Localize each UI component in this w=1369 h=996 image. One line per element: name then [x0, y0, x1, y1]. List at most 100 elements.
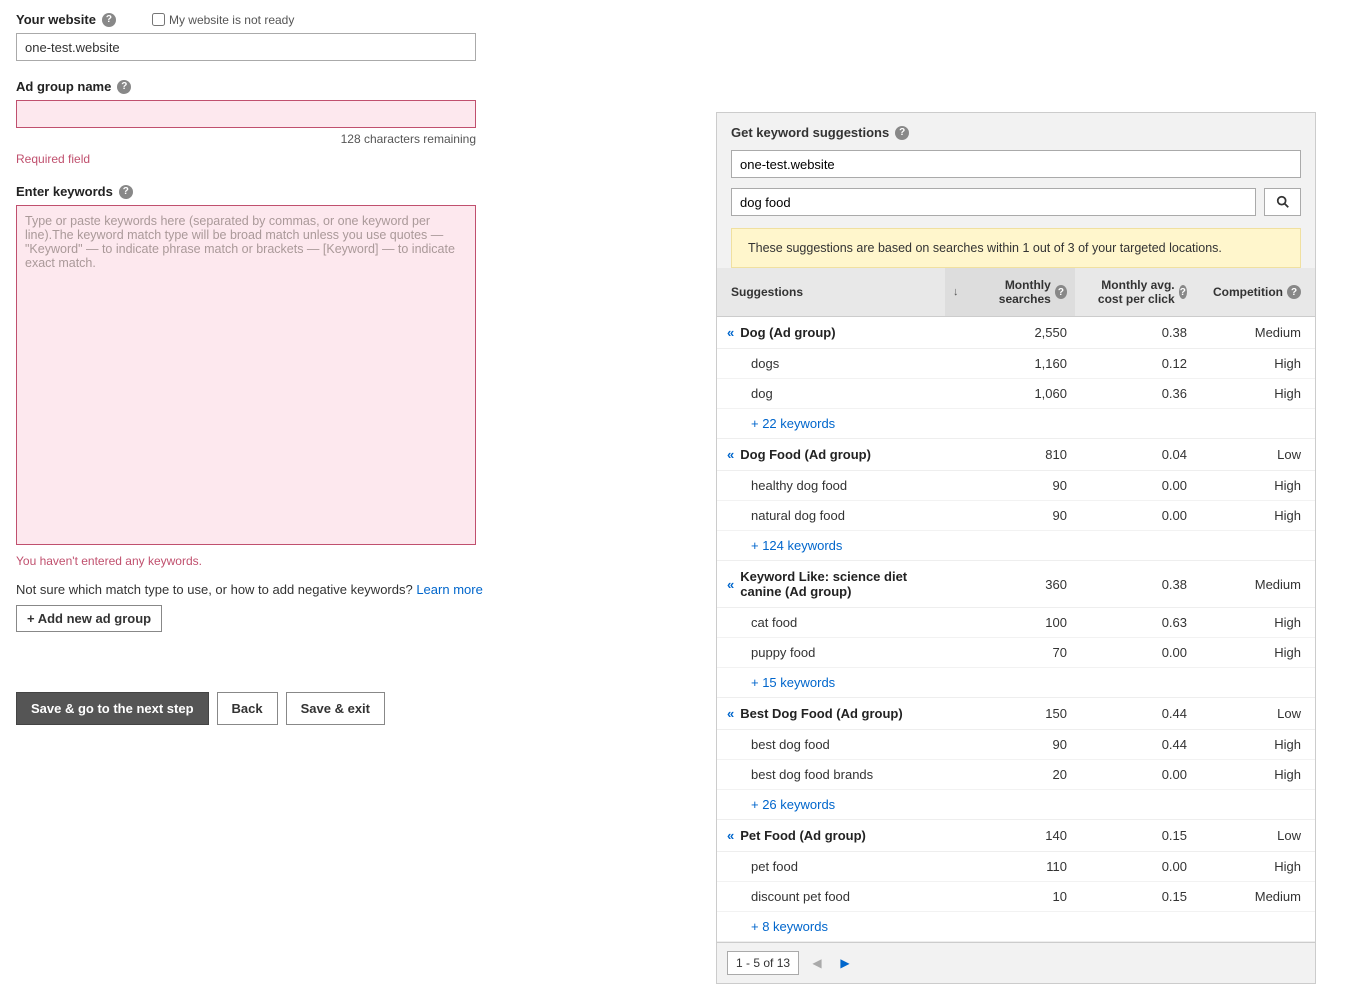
- col-competition[interactable]: Competition ?: [1195, 268, 1315, 316]
- suggestion-site-input[interactable]: [731, 150, 1301, 178]
- keyword-row[interactable]: best dog food brands200.00High: [717, 760, 1315, 790]
- keyword-competition: High: [1195, 349, 1315, 378]
- keyword-name: puppy food: [717, 638, 945, 667]
- suggestions-panel: Get keyword suggestions ? These suggesti…: [716, 112, 1316, 984]
- keyword-competition: High: [1195, 608, 1315, 637]
- col-suggestions[interactable]: Suggestions: [717, 268, 945, 316]
- help-icon[interactable]: ?: [119, 185, 133, 199]
- suggestion-group-row[interactable]: «Pet Food (Ad group)1400.15Low: [717, 820, 1315, 852]
- more-keywords-link[interactable]: + 15 keywords: [751, 675, 835, 690]
- keyword-searches: 90: [945, 471, 1075, 500]
- keyword-cpc: 0.15: [1075, 882, 1195, 911]
- keyword-name: discount pet food: [717, 882, 945, 911]
- group-searches: 360: [945, 569, 1075, 600]
- back-button[interactable]: Back: [217, 692, 278, 725]
- add-all-icon[interactable]: «: [727, 706, 734, 721]
- keyword-name: cat food: [717, 608, 945, 637]
- help-icon[interactable]: ?: [1287, 285, 1301, 299]
- suggestion-group-row[interactable]: «Best Dog Food (Ad group)1500.44Low: [717, 698, 1315, 730]
- group-name: Keyword Like: science diet canine (Ad gr…: [740, 569, 937, 599]
- save-exit-button[interactable]: Save & exit: [286, 692, 385, 725]
- website-not-ready-wrap[interactable]: My website is not ready: [152, 13, 294, 27]
- keyword-competition: High: [1195, 379, 1315, 408]
- help-icon[interactable]: ?: [117, 80, 131, 94]
- search-button[interactable]: [1264, 188, 1301, 216]
- group-searches: 2,550: [945, 317, 1075, 348]
- group-searches: 140: [945, 820, 1075, 851]
- save-next-button[interactable]: Save & go to the next step: [16, 692, 209, 725]
- keywords-textarea[interactable]: [16, 205, 476, 545]
- pagination-next[interactable]: ▶: [835, 953, 855, 973]
- keyword-cpc: 0.00: [1075, 852, 1195, 881]
- keyword-row[interactable]: cat food1000.63High: [717, 608, 1315, 638]
- keyword-name: dog: [717, 379, 945, 408]
- group-cpc: 0.38: [1075, 569, 1195, 600]
- col-monthly-searches[interactable]: ↓ Monthly searches ?: [945, 268, 1075, 316]
- add-all-icon[interactable]: «: [727, 577, 734, 592]
- keyword-competition: High: [1195, 501, 1315, 530]
- website-input[interactable]: [16, 33, 476, 61]
- keyword-cpc: 0.63: [1075, 608, 1195, 637]
- keyword-competition: High: [1195, 730, 1315, 759]
- group-cpc: 0.04: [1075, 439, 1195, 470]
- more-keywords-link[interactable]: + 8 keywords: [751, 919, 828, 934]
- keyword-searches: 10: [945, 882, 1075, 911]
- keyword-cpc: 0.00: [1075, 501, 1195, 530]
- more-keywords-link[interactable]: + 22 keywords: [751, 416, 835, 431]
- location-notice: These suggestions are based on searches …: [731, 228, 1301, 268]
- suggestion-group-row[interactable]: «Dog (Ad group)2,5500.38Medium: [717, 317, 1315, 349]
- keywords-label: Enter keywords: [16, 184, 113, 199]
- keyword-name: pet food: [717, 852, 945, 881]
- group-cpc: 0.38: [1075, 317, 1195, 348]
- add-adgroup-button[interactable]: + Add new ad group: [16, 605, 162, 632]
- more-keywords-link[interactable]: + 26 keywords: [751, 797, 835, 812]
- keyword-searches: 1,060: [945, 379, 1075, 408]
- group-competition: Medium: [1195, 569, 1315, 600]
- keyword-row[interactable]: best dog food900.44High: [717, 730, 1315, 760]
- keyword-searches: 20: [945, 760, 1075, 789]
- keyword-row[interactable]: dog1,0600.36High: [717, 379, 1315, 409]
- suggestions-title: Get keyword suggestions: [731, 125, 889, 140]
- adgroup-error: Required field: [16, 152, 496, 166]
- add-all-icon[interactable]: «: [727, 447, 734, 462]
- keyword-row[interactable]: natural dog food900.00High: [717, 501, 1315, 531]
- sort-desc-icon: ↓: [953, 286, 959, 298]
- suggestion-group-row[interactable]: «Dog Food (Ad group)8100.04Low: [717, 439, 1315, 471]
- keyword-row[interactable]: pet food1100.00High: [717, 852, 1315, 882]
- group-name: Dog Food (Ad group): [740, 447, 871, 462]
- keywords-error: You haven't entered any keywords.: [16, 554, 496, 568]
- keyword-name: dogs: [717, 349, 945, 378]
- help-icon[interactable]: ?: [895, 126, 909, 140]
- keyword-searches: 90: [945, 730, 1075, 759]
- keyword-competition: Medium: [1195, 882, 1315, 911]
- help-icon[interactable]: ?: [1179, 285, 1187, 299]
- keyword-row[interactable]: puppy food700.00High: [717, 638, 1315, 668]
- adgroup-input[interactable]: [16, 100, 476, 128]
- website-not-ready-checkbox[interactable]: [152, 13, 165, 26]
- group-competition: Low: [1195, 698, 1315, 729]
- keyword-row[interactable]: discount pet food100.15Medium: [717, 882, 1315, 912]
- suggestion-group-row[interactable]: « Keyword Like: science diet canine (Ad g…: [717, 561, 1315, 608]
- col-avg-cpc[interactable]: Monthly avg. cost per click ?: [1075, 268, 1195, 316]
- keyword-competition: High: [1195, 760, 1315, 789]
- more-keywords-link[interactable]: + 124 keywords: [751, 538, 842, 553]
- keyword-name: best dog food brands: [717, 760, 945, 789]
- search-icon: [1276, 195, 1290, 209]
- keyword-row[interactable]: healthy dog food900.00High: [717, 471, 1315, 501]
- more-keywords-row: + 15 keywords: [717, 668, 1315, 698]
- keyword-cpc: 0.00: [1075, 471, 1195, 500]
- pagination-prev[interactable]: ◀: [807, 953, 827, 973]
- keyword-row[interactable]: dogs1,1600.12High: [717, 349, 1315, 379]
- suggestion-query-input[interactable]: [731, 188, 1256, 216]
- add-all-icon[interactable]: «: [727, 325, 734, 340]
- learn-more-link[interactable]: Learn more: [416, 582, 482, 597]
- group-cpc: 0.15: [1075, 820, 1195, 851]
- add-all-icon[interactable]: «: [727, 828, 734, 843]
- help-icon[interactable]: ?: [1055, 285, 1067, 299]
- group-name: Pet Food (Ad group): [740, 828, 866, 843]
- group-competition: Low: [1195, 439, 1315, 470]
- keyword-competition: High: [1195, 638, 1315, 667]
- keyword-cpc: 0.12: [1075, 349, 1195, 378]
- help-icon[interactable]: ?: [102, 13, 116, 27]
- keyword-name: natural dog food: [717, 501, 945, 530]
